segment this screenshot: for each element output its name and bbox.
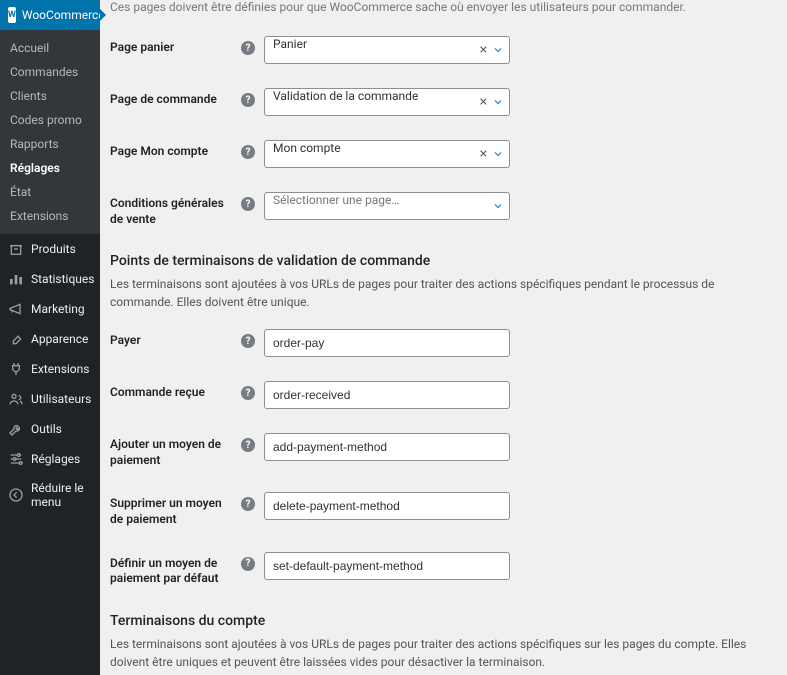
- sidebar-sub-item[interactable]: Clients: [0, 84, 100, 108]
- sidebar-top-label: WooCommerce: [22, 8, 105, 22]
- form-row: Supprimer un moyen de paiement?: [110, 480, 769, 539]
- endpoint-input[interactable]: [264, 329, 510, 357]
- megaphone-icon: [8, 301, 24, 317]
- field-label: Ajouter un moyen de paiement: [110, 433, 240, 468]
- page-select[interactable]: Validation de la commande✕: [264, 88, 510, 116]
- field-label: Page Mon compte: [110, 140, 240, 160]
- endpoint-input[interactable]: [264, 433, 510, 461]
- plug-icon: [8, 361, 24, 377]
- help-icon[interactable]: ?: [241, 334, 255, 348]
- help-icon[interactable]: ?: [241, 93, 255, 107]
- field-label: Supprimer un moyen de paiement: [110, 492, 240, 527]
- sidebar-sub-item[interactable]: Accueil: [0, 36, 100, 60]
- archive-icon: [8, 241, 24, 257]
- field-label: Page de commande: [110, 88, 240, 108]
- sidebar-sub-item[interactable]: Rapports: [0, 132, 100, 156]
- endpoint-input[interactable]: [264, 492, 510, 520]
- bars-icon: [8, 271, 24, 287]
- sidebar-main-label: Outils: [31, 422, 62, 436]
- sidebar-main-item[interactable]: Extensions: [0, 354, 100, 384]
- sidebar-sub-item[interactable]: Réglages: [0, 156, 100, 180]
- collapse-icon: [8, 487, 24, 503]
- page-select[interactable]: Sélectionner une page…: [264, 192, 510, 220]
- clear-icon[interactable]: ✕: [479, 148, 488, 161]
- field-label: Définir un moyen de paiement par défaut: [110, 552, 240, 587]
- wrench-icon: [8, 421, 24, 437]
- sidebar-main-label: Statistiques: [31, 272, 94, 286]
- sidebar-main-label: Réglages: [31, 452, 80, 466]
- page-select[interactable]: Panier✕: [264, 36, 510, 64]
- main-content: Ces pages doivent être définies pour que…: [100, 0, 787, 675]
- sidebar-sub-item[interactable]: Commandes: [0, 60, 100, 84]
- brush-icon: [8, 331, 24, 347]
- help-icon[interactable]: ?: [241, 41, 255, 55]
- field-label: Conditions générales de vente: [110, 192, 240, 227]
- endpoint-input[interactable]: [264, 552, 510, 580]
- sidebar-main-label: Produits: [31, 242, 76, 256]
- sliders-icon: [8, 451, 24, 467]
- form-row: Ajouter un moyen de paiement?: [110, 421, 769, 480]
- admin-sidebar: W WooCommerce AccueilCommandesClientsCod…: [0, 0, 100, 675]
- help-icon[interactable]: ?: [241, 497, 255, 511]
- field-label: Page panier: [110, 36, 240, 56]
- form-row: Page Mon compte? Mon compte✕: [110, 128, 769, 180]
- sidebar-main-label: Extensions: [31, 362, 89, 376]
- field-label: Payer: [110, 329, 240, 349]
- users-icon: [8, 391, 24, 407]
- endpoint-input[interactable]: [264, 381, 510, 409]
- form-row: Page de commande? Validation de la comman…: [110, 76, 769, 128]
- section-title-checkout-endpoints: Points de terminaisons de validation de …: [110, 253, 769, 269]
- sidebar-main-item[interactable]: Réglages: [0, 444, 100, 474]
- sidebar-main-label: Utilisateurs: [31, 392, 91, 406]
- woocommerce-icon: W: [8, 7, 16, 23]
- help-icon[interactable]: ?: [241, 386, 255, 400]
- field-label: Commande reçue: [110, 381, 240, 401]
- form-row: Commande reçue?: [110, 369, 769, 421]
- active-indicator-arrow: [100, 9, 106, 21]
- sidebar-main-label: Apparence: [31, 332, 88, 346]
- sidebar-main-label: Réduire le menu: [31, 481, 92, 509]
- sidebar-sub-item[interactable]: Extensions: [0, 204, 100, 228]
- sidebar-main-menu: Produits Statistiques Marketing Apparence Ex…: [0, 234, 100, 516]
- section-desc-account: Les terminaisons sont ajoutées à vos URL…: [110, 635, 769, 671]
- clear-icon[interactable]: ✕: [479, 96, 488, 109]
- page-select[interactable]: Mon compte✕: [264, 140, 510, 168]
- sidebar-submenu: AccueilCommandesClientsCodes promoRappor…: [0, 30, 100, 234]
- section-desc-checkout: Les terminaisons sont ajoutées à vos URL…: [110, 275, 769, 311]
- form-row: Conditions générales de vente? Sélectionn…: [110, 180, 769, 239]
- sidebar-main-item[interactable]: Apparence: [0, 324, 100, 354]
- sidebar-main-item[interactable]: Outils: [0, 414, 100, 444]
- clear-icon[interactable]: ✕: [479, 44, 488, 57]
- intro-text: Ces pages doivent être définies pour que…: [110, 0, 769, 24]
- sidebar-main-label: Marketing: [31, 302, 85, 316]
- sidebar-main-item[interactable]: Statistiques: [0, 264, 100, 294]
- sidebar-sub-item[interactable]: État: [0, 180, 100, 204]
- sidebar-sub-item[interactable]: Codes promo: [0, 108, 100, 132]
- sidebar-main-item[interactable]: Marketing: [0, 294, 100, 324]
- help-icon[interactable]: ?: [241, 197, 255, 211]
- form-row: Payer?: [110, 317, 769, 369]
- section-title-account-endpoints: Terminaisons du compte: [110, 613, 769, 629]
- help-icon[interactable]: ?: [241, 438, 255, 452]
- help-icon[interactable]: ?: [241, 145, 255, 159]
- sidebar-main-item[interactable]: Produits: [0, 234, 100, 264]
- sidebar-woocommerce-header[interactable]: W WooCommerce: [0, 0, 100, 30]
- form-row: Définir un moyen de paiement par défaut?: [110, 540, 769, 599]
- form-row: Page panier? Panier✕: [110, 24, 769, 76]
- sidebar-main-item[interactable]: Réduire le menu: [0, 474, 100, 516]
- help-icon[interactable]: ?: [241, 557, 255, 571]
- sidebar-main-item[interactable]: Utilisateurs: [0, 384, 100, 414]
